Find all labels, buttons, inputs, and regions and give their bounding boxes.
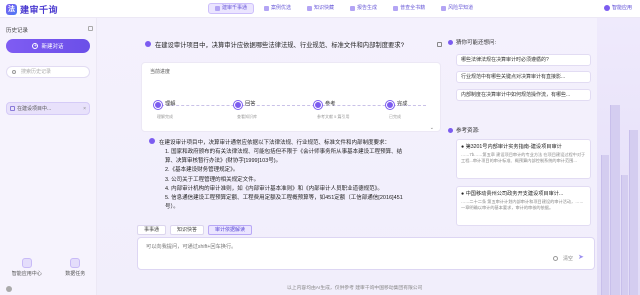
reference-body: ……二十二条 第五审计计划内部审计和项目建设的审计活动，……一章明确以审计的基本…: [461, 199, 584, 210]
chat-icon: [10, 106, 15, 111]
close-icon[interactable]: ×: [83, 106, 86, 112]
user-icon: [145, 41, 151, 47]
building-shape: [621, 175, 628, 295]
suggestion-item[interactable]: 哪些法律法规在决算审计时必须遵循的?: [456, 54, 591, 66]
copy-icon[interactable]: [437, 42, 442, 47]
progress-label: 当前进度: [150, 69, 171, 75]
sidebar-footer: 智能应用中心 数据任务: [0, 258, 97, 277]
nav-tab-report[interactable]: 报告生成: [344, 3, 383, 14]
disclaimer: 以上内容均由AI生成，仅供参考 建审千询中国移动集团有限公司: [287, 286, 423, 291]
logo-text: 建审千询: [20, 4, 59, 15]
stage-complete: 完成 已完成: [386, 101, 446, 119]
clear-label[interactable]: 清空: [563, 255, 573, 262]
smart-app-center[interactable]: 智能应用中心: [12, 258, 42, 277]
risk-icon: [441, 6, 447, 11]
app-icon: [603, 4, 610, 11]
chat-icon: [215, 6, 220, 11]
data-icon: [70, 258, 81, 268]
ref-title: 参考资源:: [448, 126, 480, 134]
history-item[interactable]: 在建设项目中... ×: [6, 102, 90, 115]
search-icon: [12, 70, 16, 74]
list-item: 5. 信息通信建设工程预算定额、工程费用定额及工程概预算等，如451定额（工信部…: [165, 195, 403, 202]
building-shape: [629, 130, 638, 295]
collapse-icon[interactable]: [88, 26, 93, 31]
nav-tab-jianshen[interactable]: 建审千事通: [208, 3, 255, 14]
book-icon: [448, 127, 453, 133]
list-item: 4. 内部审计机构的审计准则，如《内部审计基本准则》和《内部审计人员职业道德规范…: [165, 185, 383, 192]
answer-tabs: 事事通 知识快答 审计依据解读: [137, 225, 253, 235]
answer-intro: 在建设审计项目中，决算审计通常应依据以下法律法规、行业规范、标准文件和内部制度要…: [159, 140, 391, 146]
smart-app-button[interactable]: 智能应用: [603, 4, 632, 11]
check-icon: [314, 101, 322, 109]
user-avatar[interactable]: [6, 286, 12, 292]
lightbulb-icon: [448, 39, 453, 45]
suggestion-item[interactable]: 行业规范中有哪些关键点对决算审计有直接影...: [456, 71, 591, 83]
list-item: 3. 公司关于工程管理的相关规定文件。: [165, 176, 260, 183]
tab-audit-basis[interactable]: 审计依据解读: [208, 225, 253, 235]
top-bar: 法 建审千询 建审千事通 案例优选 知识快藏 报告生成 普查全书籍 风险早知道 …: [0, 0, 640, 18]
list-item: 1. 国家和政府颁布的有关法律法规、可能包括但不限于《会计师事务所从事基本建设工…: [165, 149, 403, 155]
suggest-title: 猜你可能还想问:: [448, 38, 496, 46]
stage-answer: 回答 查看知识库: [234, 101, 294, 119]
send-icon[interactable]: ➤: [578, 254, 586, 262]
building-shape: [601, 155, 609, 295]
stage-understand: 理解 理解完成: [154, 101, 214, 119]
plus-icon: +: [32, 43, 39, 49]
user-question: 在建设审计项目中，决算审计应依据哪些法律法规、行业规范、标准文件和内部制度要求?: [145, 40, 404, 49]
tab-shishitong[interactable]: 事事通: [137, 225, 167, 235]
answer-block: 在建设审计项目中，决算审计通常应依据以下法律法规、行业规范、标准文件和内部制度要…: [141, 126, 446, 236]
bot-icon: [149, 138, 155, 144]
check-icon: [386, 101, 394, 109]
stage-reference: 参考 参考文献 5 篇引用: [314, 101, 374, 119]
reference-card[interactable]: ● 第3201号内部审计实务指南-建设项目审计 ……7b……第五章 建设项目审计…: [456, 139, 591, 179]
progress-card: 当前进度 理解 理解完成 回答 查看知识库 参考 参考文献 5 篇引用 完成 已…: [141, 62, 441, 132]
clear-icon[interactable]: [552, 255, 558, 261]
logo[interactable]: 法 建审千询: [6, 3, 58, 15]
list-item: 2.《基本建设财务管理规定》。: [165, 167, 239, 174]
check-icon: [234, 101, 242, 109]
case-icon: [264, 6, 270, 11]
right-panel: 猜你可能还想问: 哪些法律法规在决算审计时必须遵循的? 行业规范中有哪些关键点对…: [444, 18, 597, 226]
reference-title: ● 第3201号内部审计实务指南-建设项目审计: [461, 144, 562, 150]
skyline-decoration: [597, 18, 640, 295]
answer-list: 1. 国家和政府颁布的有关法律法规、可能包括但不限于《会计师事务所从事基本建设工…: [165, 148, 425, 212]
suggestion-item[interactable]: 内部制度在决算审计中如何规范操作流，有哪些...: [456, 89, 591, 101]
nav-tab-risk[interactable]: 风险早知道: [435, 3, 479, 14]
survey-icon: [393, 6, 399, 11]
reference-card[interactable]: ● 中国移动贵州公司政务开支建设项目审计... ……二十二条 第五审计计划内部审…: [456, 186, 591, 226]
reference-title: ● 中国移动贵州公司政务开支建设项目审计...: [461, 191, 564, 197]
report-icon: [350, 6, 356, 11]
nav-tab-survey[interactable]: 普查全书籍: [387, 3, 431, 14]
building-shape: [610, 105, 620, 295]
app-center-icon: [21, 258, 32, 268]
chat-input[interactable]: [146, 243, 506, 257]
book-icon: [307, 6, 313, 11]
check-icon: [154, 101, 162, 109]
sidebar: 历史记录 + 新建对话 搜索历史记录 在建设项目中... × 智能应用中心 数据…: [0, 18, 97, 295]
logo-mark: 法: [6, 3, 17, 15]
tab-knowledge-answer[interactable]: 知识快答: [170, 225, 205, 235]
new-chat-button[interactable]: + 新建对话: [6, 39, 90, 53]
sidebar-title: 历史记录: [6, 28, 29, 34]
nav-tab-cases[interactable]: 案例优选: [258, 3, 297, 14]
nav-tab-knowledge[interactable]: 知识快藏: [301, 3, 340, 14]
history-search-input[interactable]: 搜索历史记录: [6, 66, 90, 78]
chat-input-box: 清空 ➤: [137, 237, 595, 270]
data-tasks[interactable]: 数据任务: [65, 258, 85, 277]
list-item: 算、决算审核暂行办法》(财协字[1999]103号)。: [165, 158, 282, 165]
reference-body: ……7b……第五章 建设项目审计的专业方法 在项目建设过程中对于工程...审计项…: [461, 152, 586, 163]
input-actions: 清空 ➤: [552, 254, 586, 262]
nav-tabs: 建审千事通 案例优选 知识快藏 报告生成 普查全书籍 风险早知道: [208, 3, 479, 14]
list-item: 号）。: [165, 204, 179, 211]
